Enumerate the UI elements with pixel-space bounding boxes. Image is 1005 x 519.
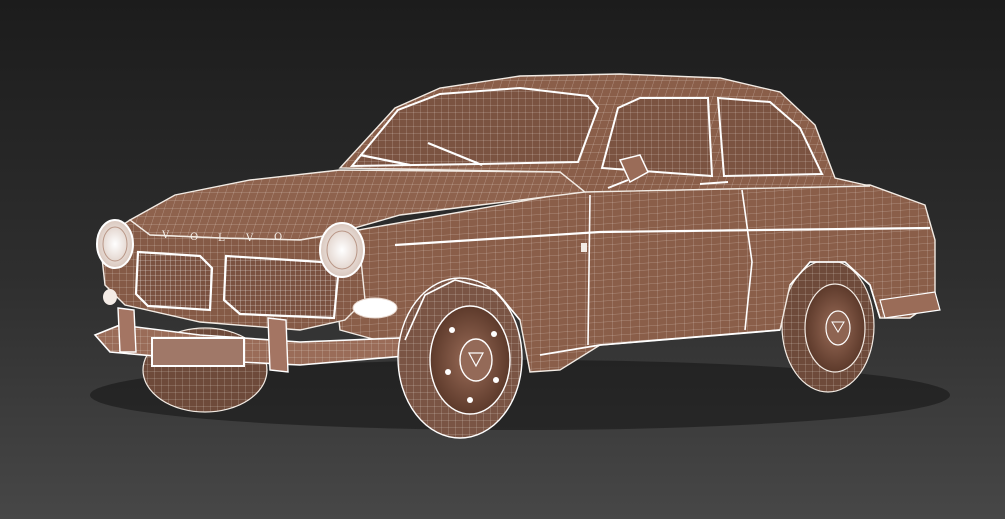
license-plate <box>151 337 245 367</box>
front-right-wheel <box>397 277 523 439</box>
side-marker <box>581 243 587 252</box>
indicator-light-left <box>103 289 117 305</box>
svg-text:V: V <box>161 230 170 241</box>
indicator-light-right <box>352 297 398 319</box>
car-wireframe-render: V O L V O <box>90 73 950 439</box>
rear-wheel <box>781 259 875 393</box>
render-viewport: V O L V O <box>0 0 1005 519</box>
headlight-right <box>319 222 365 278</box>
svg-text:O: O <box>274 232 282 243</box>
svg-text:O: O <box>190 232 198 243</box>
grille-right <box>222 254 340 320</box>
svg-text:L: L <box>218 233 225 244</box>
headlight-left <box>96 219 134 269</box>
svg-text:V: V <box>245 233 254 244</box>
grille-left <box>134 250 214 312</box>
